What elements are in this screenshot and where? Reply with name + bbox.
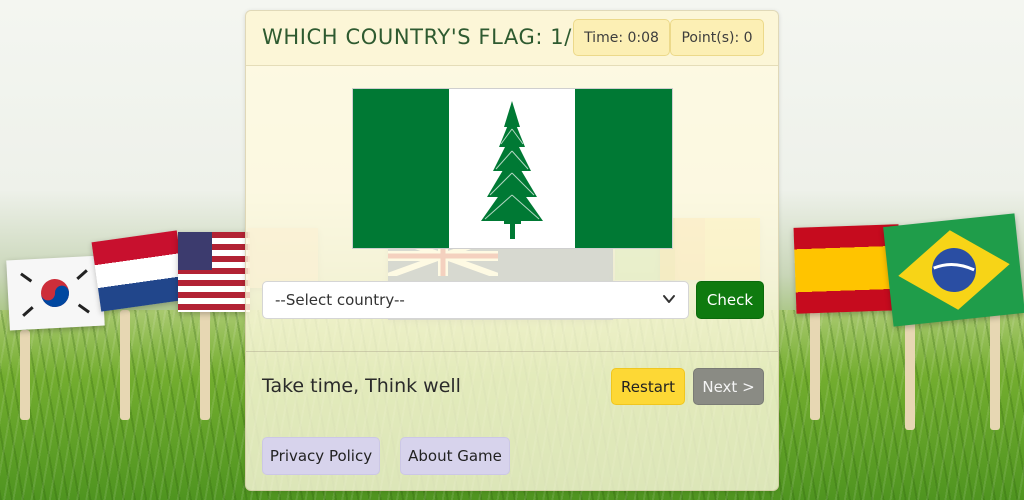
flag-stick <box>20 330 30 420</box>
restart-button[interactable]: Restart <box>611 368 685 405</box>
bg-usa-flag <box>178 232 250 312</box>
bg-brazil-flag <box>883 213 1024 327</box>
pine-tree-icon <box>481 101 543 239</box>
flag-center-band <box>449 89 575 248</box>
privacy-policy-button[interactable]: Privacy Policy <box>262 437 380 475</box>
tagline-text: Take time, Think well <box>262 375 461 397</box>
check-button[interactable]: Check <box>696 281 764 319</box>
bg-striped-flag <box>91 230 187 312</box>
quiz-header: WHICH COUNTRY'S FLAG: 1/10 Time: 0:08 Po… <box>246 11 778 66</box>
flag-right-band <box>575 89 672 248</box>
flag-stick <box>810 300 820 420</box>
bg-korea-flag <box>6 255 105 331</box>
country-select-value: --Select country-- <box>275 291 405 309</box>
next-button[interactable]: Next > <box>693 368 764 405</box>
about-game-button[interactable]: About Game <box>400 437 510 475</box>
chevron-down-icon <box>663 295 675 303</box>
flag-stick <box>990 310 1000 430</box>
flag-left-band <box>353 89 449 248</box>
quiz-card: WHICH COUNTRY'S FLAG: 1/10 Time: 0:08 Po… <box>245 10 779 491</box>
country-select[interactable]: --Select country-- <box>262 281 689 319</box>
norfolk-island-flag-icon <box>352 88 673 249</box>
points-badge: Point(s): 0 <box>670 19 764 56</box>
timer-badge: Time: 0:08 <box>573 19 670 56</box>
flag-stick <box>200 300 210 420</box>
flag-stick <box>905 320 915 430</box>
quiz-title: WHICH COUNTRY'S FLAG: 1/10 <box>262 25 600 49</box>
divider <box>246 351 778 352</box>
flag-stick <box>120 310 130 420</box>
